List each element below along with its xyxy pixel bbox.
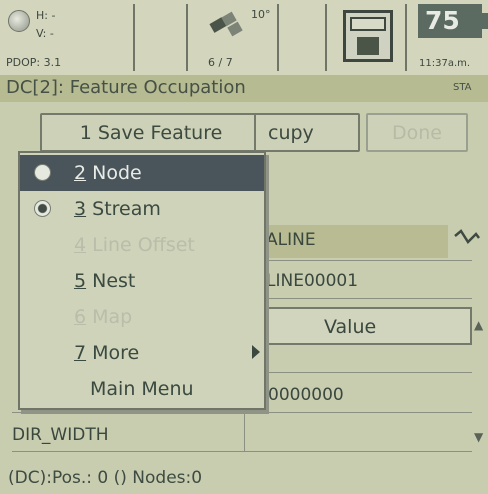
pdop-value: PDOP: 3.1 <box>6 56 62 69</box>
menu-item-number: 6 <box>74 306 87 328</box>
menu-item-main-menu[interactable]: Main Menu <box>20 371 264 407</box>
menu-item-label: Map <box>86 306 133 328</box>
code-value: ALINE <box>266 230 316 250</box>
menu-item-label: Main Menu <box>90 378 194 400</box>
scroll-down-icon[interactable]: ▼ <box>474 430 483 444</box>
menu-item-map[interactable]: 6 Map <box>20 299 264 335</box>
menu-item-label: Node <box>86 162 142 184</box>
done-button[interactable]: Done <box>366 113 468 152</box>
gps-v: V: - <box>36 27 54 40</box>
separator <box>260 298 472 299</box>
gps-icon[interactable] <box>8 10 30 32</box>
divider <box>186 4 188 71</box>
bottom-status: (DC):Pos.: 0 () Nodes:0 <box>8 468 203 488</box>
menu-item-number: 2 <box>74 162 87 184</box>
menu-item-number: 4 <box>74 234 87 256</box>
menu-item-label: Line Offset <box>86 234 195 256</box>
submenu-arrow-icon <box>252 345 260 359</box>
storage-card-icon[interactable] <box>343 10 393 62</box>
table-cell-value[interactable]: 0000000 <box>268 385 344 405</box>
separator <box>12 412 472 413</box>
divider <box>405 4 407 71</box>
satellite-angle: 10° <box>251 8 271 21</box>
gps-h: H: - <box>36 9 56 22</box>
divider <box>277 4 279 71</box>
separator <box>12 451 472 452</box>
radio-checked-icon <box>34 200 51 217</box>
clock: 11:37a.m. <box>419 58 471 69</box>
satellite-count: 6 / 7 <box>208 56 233 69</box>
divider <box>325 4 327 71</box>
radio-empty-icon <box>34 164 51 181</box>
separator <box>260 260 472 261</box>
storage-slot <box>350 17 386 31</box>
scroll-up-icon[interactable]: ▲ <box>474 318 483 332</box>
menu-item-node[interactable]: 2 Node <box>20 155 264 191</box>
menu-item-stream[interactable]: 3 Stream <box>20 191 264 227</box>
satellite-icon[interactable] <box>205 8 247 42</box>
menu-item-line-offset[interactable]: 4 Line Offset <box>20 227 264 263</box>
battery-tip <box>482 13 488 29</box>
page-title: DC[2]: Feature Occupation <box>6 77 246 98</box>
line-icon[interactable] <box>452 226 482 250</box>
separator <box>260 372 472 373</box>
menu-item-nest[interactable]: 5 Nest <box>20 263 264 299</box>
menu-item-more[interactable]: 7 More <box>20 335 264 371</box>
battery-indicator[interactable]: 75 <box>418 4 482 38</box>
menu-item-label: Stream <box>86 198 161 220</box>
storage-card <box>357 37 379 55</box>
title-status: STA <box>453 82 472 93</box>
save-feature-button[interactable]: 1 Save Feature <box>40 113 262 152</box>
divider <box>133 4 135 71</box>
column-header-value[interactable]: Value <box>324 316 376 338</box>
menu-item-number: 7 <box>74 342 87 364</box>
menu-item-number: 5 <box>74 270 87 292</box>
menu-item-number: 3 <box>74 198 87 220</box>
menu-item-label: More <box>86 342 140 364</box>
occupy-button[interactable]: cupy <box>254 113 360 152</box>
context-menu: 2 Node 3 Stream 4 Line Offset 5 Nest 6 M… <box>18 151 266 410</box>
name-value[interactable]: LINE00001 <box>266 271 358 291</box>
column-divider <box>244 413 245 451</box>
attribute-label: DIR_WIDTH <box>12 425 109 445</box>
menu-item-label: Nest <box>86 270 136 292</box>
